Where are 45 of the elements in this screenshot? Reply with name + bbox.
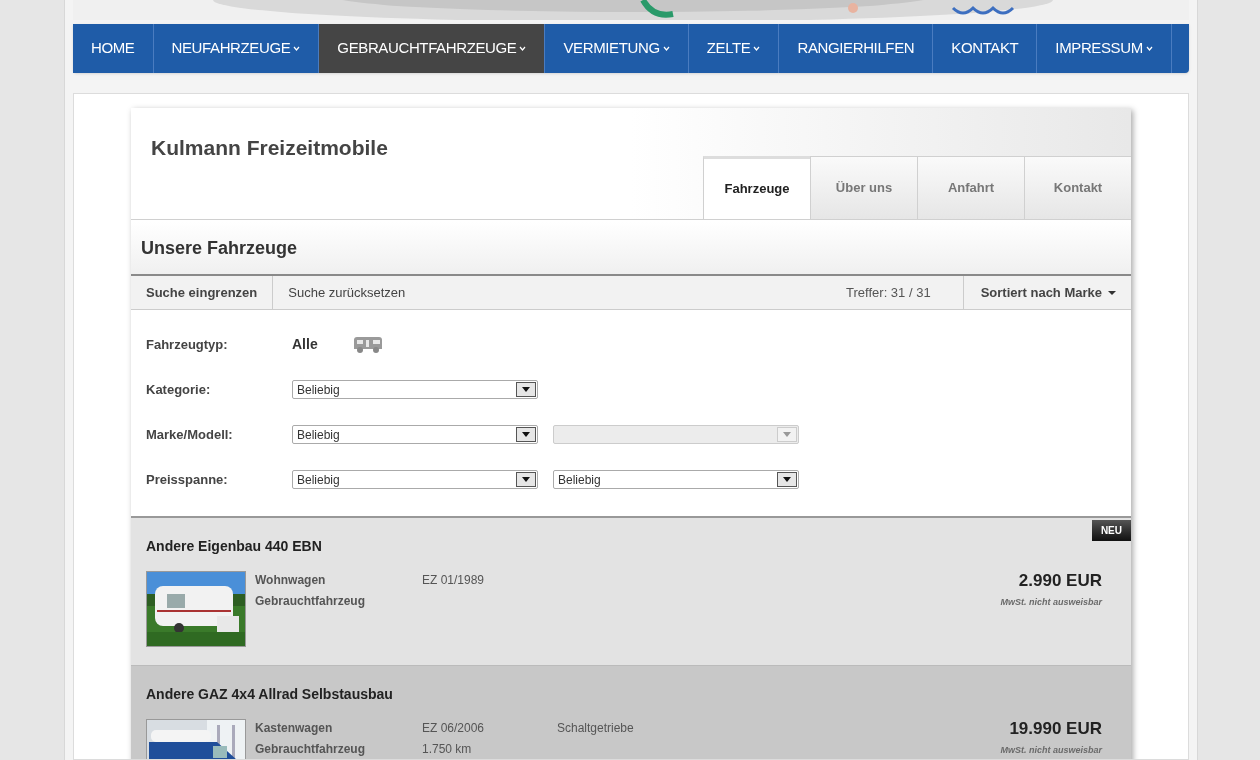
price: 19.990 EUR [1009, 718, 1102, 740]
filter-label: Fahrzeugtyp: [146, 335, 229, 354]
select-field[interactable]: Beliebig [292, 380, 538, 399]
vehicle-detail: Gebrauchtfahrzeug [255, 741, 366, 758]
new-badge: NEU [1091, 520, 1131, 541]
nav-item[interactable]: IMPRESSUM [1037, 24, 1172, 73]
hit-count: Treffer: 31 / 31 [846, 283, 931, 302]
select-field[interactable]: Beliebig [553, 470, 799, 489]
nav-item[interactable]: RANGIERHILFEN [779, 24, 934, 73]
vehicle-detail: Gebrauchtfahrzeug [255, 593, 366, 610]
nav-item[interactable]: GEBRAUCHTFAHRZEUGE [319, 24, 546, 73]
select-field[interactable]: Beliebig [292, 470, 538, 489]
section-title: Unsere Fahrzeuge [140, 236, 298, 260]
vehicle-detail: EZ 06/2006 [422, 720, 486, 737]
nav-item[interactable]: VERMIETUNG [545, 24, 689, 73]
nav-item[interactable]: NEUFAHRZEUGE [153, 24, 320, 73]
tax-note: MwSt. nicht ausweisbar [1000, 743, 1102, 757]
refine-search-button[interactable]: Suche eingrenzen [131, 276, 274, 309]
filter-label: Marke/Modell: [146, 425, 234, 444]
nav-item[interactable]: ZELTE [688, 24, 780, 73]
vehicle-type-option[interactable]: Alle [292, 334, 353, 355]
listing-card[interactable]: Andere GAZ 4x4 Allrad Selbstausbau Kastenwagen Gebrauchtfahrzeug EZ 06/2006 1.750 km Schaltgetriebe 19.990 EUR MwSt. nicht ausweisbar [131, 666, 1131, 759]
select-field[interactable]: Beliebig [292, 425, 538, 444]
vehicle-detail: 1.750 km [422, 741, 473, 758]
tab[interactable]: Über uns [810, 156, 917, 219]
tab[interactable]: Anfahrt [917, 156, 1024, 219]
tab[interactable]: Fahrzeuge [703, 156, 810, 219]
motorhome-icon[interactable] [353, 335, 383, 354]
filter-label: Kategorie: [146, 380, 212, 399]
dealer-title: Kulmann Freizeitmobile [150, 135, 388, 161]
tax-note: MwSt. nicht ausweisbar [1000, 595, 1102, 609]
listing-title[interactable]: Andere GAZ 4x4 Allrad Selbstausbau [146, 684, 1116, 705]
nav-item[interactable]: KONTAKT [933, 24, 1038, 73]
caret-icon [1108, 290, 1116, 295]
tab[interactable]: Kontakt [1024, 156, 1131, 219]
vehicle-detail: EZ 01/1989 [422, 572, 486, 589]
listing-card[interactable]: NEU Andere Eigenbau 440 EBN Wohnwagen Gebrauchtfahrzeug EZ 01/1989 2.990 EUR MwSt. nicht ausweisbar [131, 518, 1131, 666]
price: 2.990 EUR [1018, 570, 1102, 592]
sort-dropdown[interactable]: Sortiert nach Marke [962, 276, 1131, 309]
filter-label: Preisspanne: [146, 470, 229, 489]
reset-search-link[interactable]: Suche zurücksetzen [273, 282, 421, 303]
vehicle-detail: Schaltgetriebe [557, 720, 635, 737]
vehicle-detail: Wohnwagen [255, 572, 327, 589]
vehicle-detail: Kastenwagen [255, 720, 334, 737]
nav-item[interactable]: HOME [73, 24, 154, 73]
